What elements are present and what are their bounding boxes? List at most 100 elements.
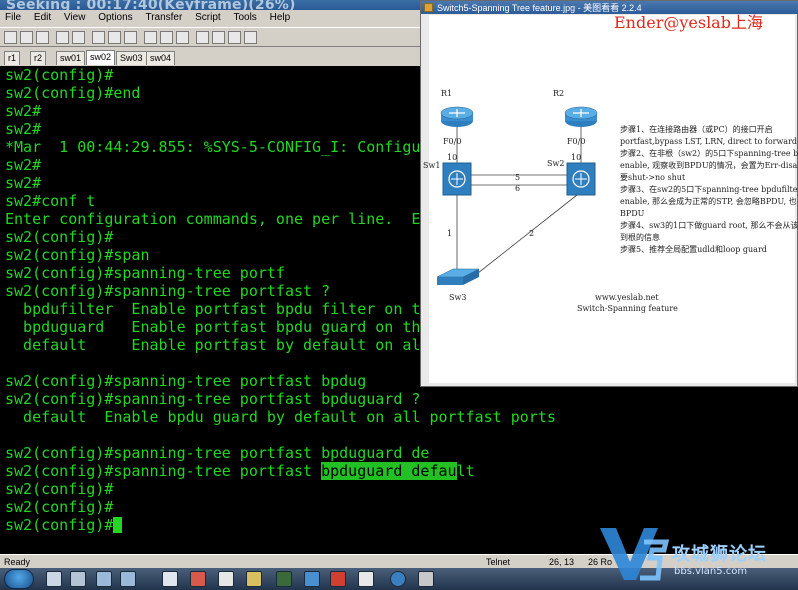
- step-line: 步骤1、在连接路由器（或PC）的接口开启: [620, 125, 773, 134]
- disconnect-icon[interactable]: [72, 31, 85, 44]
- label-r2-port: F0/0: [567, 137, 586, 146]
- command-prefix: sw2(config)#spanning-tree portfast: [5, 462, 322, 480]
- terminal-line: sw2(config)#spanning-tree portf: [5, 264, 285, 282]
- label-sw2-port: 10: [571, 153, 582, 162]
- explorer-icon[interactable]: [46, 571, 62, 587]
- pdf-icon[interactable]: [330, 571, 346, 587]
- options-icon[interactable]: [244, 31, 257, 44]
- logo-text: 攻城狮论坛: [672, 544, 767, 565]
- step-line: BPDU: [620, 209, 645, 218]
- image-viewer-icon[interactable]: [246, 571, 262, 587]
- label-link2: 2: [529, 229, 535, 238]
- terminal-prompt-line: sw2(config)#: [5, 516, 123, 534]
- notes-icon[interactable]: [418, 571, 434, 587]
- media-icon[interactable]: [190, 571, 206, 587]
- tab-sw04[interactable]: sw04: [146, 51, 176, 65]
- text-cursor: [113, 517, 123, 533]
- sftp-icon[interactable]: [212, 31, 225, 44]
- selected-text[interactable]: bpduguard defau: [321, 462, 457, 480]
- forum-logo: 攻城狮论坛 bbs.vlan5.com: [596, 522, 798, 584]
- terminal-line: sw2(config)#: [5, 480, 114, 498]
- tab-sw01[interactable]: sw01: [56, 51, 86, 65]
- tab-sw03[interactable]: Sw03: [116, 51, 147, 65]
- toolbar: [0, 27, 420, 47]
- find-icon[interactable]: [124, 31, 137, 44]
- browser-icon[interactable]: [304, 571, 320, 587]
- menu-options[interactable]: Options: [93, 10, 137, 23]
- status-protocol: Telnet: [486, 557, 511, 567]
- step-line: 步骤2、在非根（sw2）的5口下spanning-tree bpd: [620, 149, 798, 158]
- prompt: sw2(config)#: [5, 516, 114, 534]
- status-cursor-position: 26, 13: [549, 557, 575, 567]
- terminal-line: sw2(config)#spanning-tree portfast bpdug…: [5, 390, 421, 408]
- terminal-line: bpdufilter Enable portfast bpdu filter o…: [5, 300, 439, 318]
- menu-view[interactable]: View: [59, 10, 91, 23]
- menu-edit[interactable]: Edit: [29, 10, 56, 23]
- step-line: 到根的信息: [620, 233, 660, 242]
- terminal-line: sw2(config)#spanning-tree portfast bpdug…: [5, 444, 430, 462]
- tab-sw02[interactable]: sw02: [86, 50, 116, 65]
- title-bar: Seeking : 00:17:40(Keyframe)(26%): [0, 0, 420, 13]
- tab-r1[interactable]: r1: [4, 51, 21, 65]
- terminal-line: sw2(config)#: [5, 66, 114, 84]
- viewer-app-icon: [424, 3, 433, 12]
- folder-icon[interactable]: [70, 571, 86, 587]
- tab-r2[interactable]: r2: [30, 51, 47, 65]
- terminal-line-selected: sw2(config)#spanning-tree portfast bpdug…: [5, 462, 475, 480]
- step-line: 要shut->no shut: [620, 173, 686, 182]
- menu-help[interactable]: Help: [265, 10, 296, 23]
- label-r2: R2: [553, 89, 565, 98]
- label-link1: 1: [447, 229, 453, 238]
- step-line: 步骤5、推荐全局配置udld和loop guard: [620, 245, 767, 254]
- print-icon[interactable]: [144, 31, 157, 44]
- tool-icon[interactable]: [218, 571, 234, 587]
- step-line: portfast,bypass LST, LRN, direct to forw…: [620, 137, 798, 146]
- chrome-icon[interactable]: [358, 571, 374, 587]
- logo-url: bbs.vlan5.com: [674, 566, 748, 577]
- terminal-line: default Enable bpdu guard by default on …: [5, 408, 556, 426]
- terminal-line: sw2#: [5, 174, 42, 192]
- terminal-line: sw2(config)#spanning-tree portfast bpdug: [5, 372, 367, 390]
- label-link5: 5: [515, 173, 521, 182]
- paste-icon[interactable]: [108, 31, 121, 44]
- session-icon[interactable]: [36, 31, 49, 44]
- label-sw3: Sw3: [449, 293, 467, 302]
- terminal-line: sw2#: [5, 156, 42, 174]
- circle-app-icon[interactable]: [390, 571, 406, 587]
- terminal-icon[interactable]: [276, 571, 292, 587]
- terminal-line: Enter configuration commands, one per li…: [5, 210, 439, 228]
- start-button[interactable]: [4, 569, 34, 589]
- copy-icon[interactable]: [92, 31, 105, 44]
- reconnect-icon[interactable]: [56, 31, 69, 44]
- settings-icon[interactable]: [176, 31, 189, 44]
- terminal-line: sw2(config)#span: [5, 246, 150, 264]
- menu-bar: File Edit View Options Transfer Script T…: [0, 10, 420, 26]
- step-line: 步骤3、在sw2的5口下spanning-tree bpdufilter: [620, 185, 798, 194]
- app-icon[interactable]: [96, 571, 112, 587]
- document-icon[interactable]: [162, 571, 178, 587]
- step-line: 步骤4、sw3的1口下做guard root, 那么不会从该接: [620, 221, 798, 230]
- terminal-line: sw2(config)#: [5, 228, 114, 246]
- app-icon[interactable]: [120, 571, 136, 587]
- menu-file[interactable]: File: [0, 10, 26, 23]
- step-line: enable, 观察收到BPDU的情况，会置为Err-disabl: [620, 161, 798, 170]
- terminal-line: sw2(config)#: [5, 498, 114, 516]
- v5-logo-icon: [600, 528, 670, 581]
- terminal-line: sw2(config)#end: [5, 84, 141, 102]
- label-sw2: Sw2: [547, 159, 565, 168]
- help-icon[interactable]: [228, 31, 241, 44]
- terminal-line: *Mar 1 00:44:29.855: %SYS-5-CONFIG_I: Co…: [5, 138, 439, 156]
- author-watermark: Ender@yeslab上海: [614, 13, 763, 32]
- label-r1-port: F0/0: [443, 137, 462, 146]
- quick-connect-icon[interactable]: [20, 31, 33, 44]
- keymap-icon[interactable]: [196, 31, 209, 44]
- session-tabs: r1 r2 sw01 sw02 Sw03 sw04: [0, 48, 420, 66]
- connect-icon[interactable]: [4, 31, 17, 44]
- menu-script[interactable]: Script: [190, 10, 226, 23]
- terminal-line: sw2#: [5, 120, 42, 138]
- print-setup-icon[interactable]: [160, 31, 173, 44]
- menu-tools[interactable]: Tools: [228, 10, 261, 23]
- step-line: enable, 那么会成为正常的STP, 会忽略BPDU, 也: [620, 197, 797, 206]
- menu-transfer[interactable]: Transfer: [140, 10, 187, 23]
- label-sw1: Sw1: [423, 161, 441, 170]
